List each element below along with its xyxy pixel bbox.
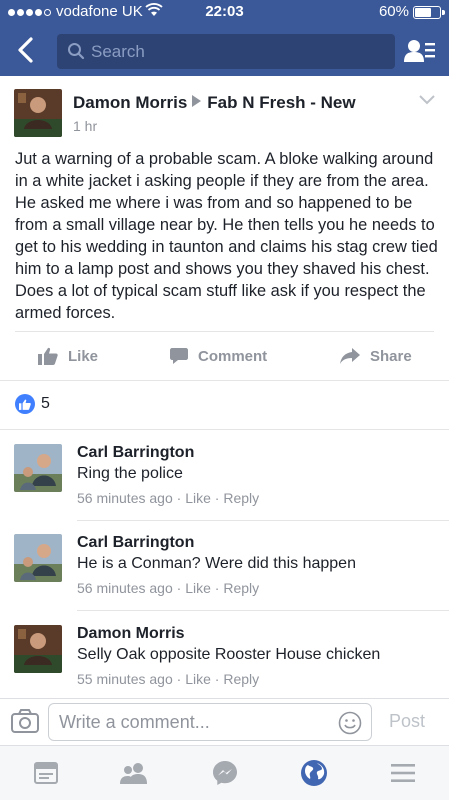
comment-meta: 55 minutes ago · Like · Reply <box>77 671 260 687</box>
post-author-name[interactable]: Damon Morris <box>73 93 187 112</box>
commenter-avatar[interactable] <box>14 444 62 492</box>
comment-reply-link[interactable]: Reply <box>223 671 259 687</box>
post-timestamp[interactable]: 1 hr <box>73 118 97 134</box>
commenter-name[interactable]: Carl Barrington <box>77 534 194 552</box>
comment-like-link[interactable]: Like <box>185 490 211 506</box>
back-chevron-icon[interactable] <box>14 36 38 64</box>
comment-reply-link[interactable]: Reply <box>223 580 259 596</box>
post-options-chevron-icon[interactable] <box>418 94 436 106</box>
post-body-text: Jut a warning of a probable scam. A blok… <box>15 150 438 322</box>
menu-icon <box>391 764 415 782</box>
like-button[interactable]: Like <box>38 334 98 378</box>
emoji-smiley-icon[interactable] <box>338 711 362 735</box>
comment-reply-link[interactable]: Reply <box>223 490 259 506</box>
divider <box>0 429 449 430</box>
divider <box>77 520 449 521</box>
friends-list-icon[interactable] <box>404 38 436 64</box>
share-label: Share <box>370 347 412 365</box>
share-arrow-icon <box>340 348 360 364</box>
share-button[interactable]: Share <box>340 334 412 378</box>
like-label: Like <box>68 347 99 365</box>
comment-label: Comment <box>198 347 268 365</box>
commenter-avatar[interactable] <box>14 534 62 582</box>
bottom-tab-bar <box>0 745 449 800</box>
comment-input-box[interactable] <box>48 703 372 741</box>
commenter-name[interactable]: Damon Morris <box>77 625 185 643</box>
search-bar[interactable] <box>57 34 395 69</box>
messenger-icon <box>213 761 237 785</box>
top-navigation-bar: vodafone UK 22:03 60% <box>0 0 449 76</box>
comment-like-link[interactable]: Like <box>185 580 211 596</box>
comment-text: Selly Oak opposite Rooster House chicken <box>77 646 381 663</box>
commenter-avatar[interactable] <box>14 625 62 673</box>
tab-notifications[interactable] <box>299 758 329 788</box>
reaction-count: 5 <box>41 395 50 412</box>
battery-percentage: 60% <box>378 3 409 20</box>
comment-text: Ring the police <box>77 465 183 482</box>
news-feed-icon <box>34 762 58 784</box>
battery-icon <box>413 6 445 19</box>
comment-bubble-icon <box>170 348 188 364</box>
post-group-name[interactable]: Fab N Fresh - New <box>207 93 355 112</box>
post-actions-bar: Like Comment Share <box>0 334 449 378</box>
camera-icon[interactable] <box>11 709 39 733</box>
post-comment-button[interactable]: Post <box>389 711 425 732</box>
divider <box>77 610 449 611</box>
thumbs-up-icon <box>38 347 58 365</box>
post-author-avatar[interactable] <box>14 89 62 137</box>
comment-meta: 56 minutes ago · Like · Reply <box>77 580 260 596</box>
tab-messenger[interactable] <box>210 758 240 788</box>
comment-time[interactable]: 55 minutes ago <box>77 671 173 687</box>
search-input[interactable] <box>91 34 381 69</box>
status-bar: vodafone UK 22:03 60% <box>0 0 449 24</box>
comment-time[interactable]: 56 minutes ago <box>77 580 173 596</box>
tab-friends[interactable] <box>119 758 149 788</box>
comment-meta: 56 minutes ago · Like · Reply <box>77 490 260 506</box>
comment-time[interactable]: 56 minutes ago <box>77 490 173 506</box>
commenter-name[interactable]: Carl Barrington <box>77 444 194 462</box>
shared-to-arrow-icon <box>192 95 202 107</box>
comment-input[interactable] <box>59 704 329 740</box>
comment-text: He is a Conman? Were did this happen <box>77 555 356 572</box>
tab-menu[interactable] <box>388 758 418 788</box>
tab-news-feed[interactable] <box>31 758 61 788</box>
reactions-summary[interactable]: 5 <box>15 394 50 414</box>
divider <box>15 331 434 332</box>
friends-icon <box>120 763 147 784</box>
search-icon <box>68 43 85 60</box>
comment-like-link[interactable]: Like <box>185 671 211 687</box>
comment-button[interactable]: Comment <box>170 334 267 378</box>
like-reaction-icon <box>15 394 35 414</box>
globe-notifications-icon <box>301 760 327 786</box>
divider <box>0 380 449 381</box>
comment-composer: Post <box>0 698 449 744</box>
post-author-line: Damon Morris Fab N Fresh - New <box>73 93 356 113</box>
